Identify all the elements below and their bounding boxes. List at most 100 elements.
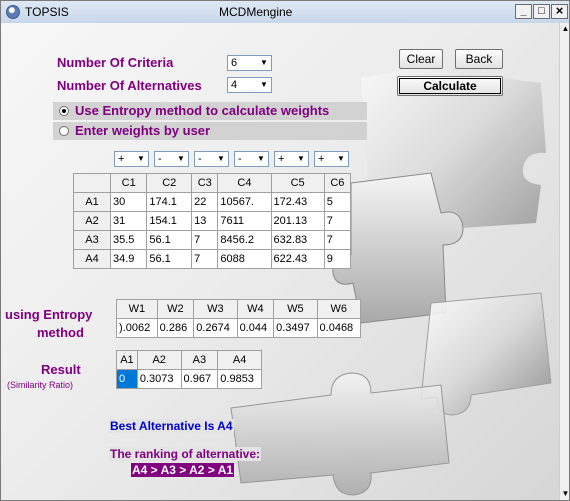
sign-select-c1[interactable]: + ▼: [114, 151, 149, 167]
matrix-cell[interactable]: 5: [323, 192, 352, 212]
entropy-radio[interactable]: [59, 106, 69, 116]
ranking-text: A4 > A3 > A2 > A1: [131, 463, 235, 477]
matrix-cell[interactable]: 7: [323, 211, 352, 231]
matrix-cell[interactable]: 7: [191, 249, 219, 269]
matrix-cell[interactable]: 154.1: [146, 211, 193, 231]
scroll-up-icon[interactable]: ▲: [560, 23, 569, 35]
window-title: TOPSIS: [25, 5, 69, 19]
sign-select-c4[interactable]: - ▼: [234, 151, 269, 167]
chevron-down-icon: ▼: [297, 154, 305, 163]
weight-cell[interactable]: 0.2674: [193, 318, 238, 338]
weights-header: W3: [193, 299, 238, 319]
matrix-cell[interactable]: 22: [191, 192, 219, 212]
matrix-cell[interactable]: 172.43: [270, 192, 325, 212]
result-header-row: A1 A2 A3 A4: [116, 350, 262, 370]
criteria-select[interactable]: 6 ▼: [227, 55, 272, 71]
matrix-header: C3: [191, 173, 219, 193]
matrix-cell[interactable]: 632.83: [270, 230, 325, 250]
weight-cell[interactable]: ).0062: [116, 318, 158, 338]
title-bar: TOPSIS MCDMengine _ □ ×: [1, 1, 569, 24]
user-weights-radio-option[interactable]: Enter weights by user: [53, 122, 367, 140]
weights-label-line2: method: [37, 325, 84, 340]
alternatives-value: 4: [231, 79, 238, 91]
ranking-label: The ranking of alternative:: [109, 447, 262, 461]
weights-header: W5: [273, 299, 318, 319]
row-header: A3: [73, 230, 111, 250]
sign-value: -: [238, 153, 242, 165]
result-cell[interactable]: 0.3073: [136, 369, 182, 389]
result-table: A1 A2 A3 A4 0 0.3073 0.967 0.9853: [116, 350, 262, 389]
vertical-scrollbar[interactable]: ▲ ▼: [559, 23, 569, 500]
result-cell[interactable]: 0.967: [180, 369, 219, 389]
row-header: A4: [73, 249, 111, 269]
matrix-cell[interactable]: 56.1: [146, 249, 193, 269]
matrix-cell[interactable]: 7: [191, 230, 219, 250]
sign-select-c3[interactable]: - ▼: [194, 151, 229, 167]
table-row: 0 0.3073 0.967 0.9853: [116, 369, 262, 389]
clear-button[interactable]: Clear: [399, 49, 443, 69]
matrix-cell[interactable]: 622.43: [270, 249, 325, 269]
alternatives-select[interactable]: 4 ▼: [227, 77, 272, 93]
matrix-cell[interactable]: 201.13: [270, 211, 325, 231]
sign-select-c6[interactable]: + ▼: [314, 151, 349, 167]
matrix-cell[interactable]: 31: [109, 211, 148, 231]
result-sublabel: (Similarity Ratio): [7, 380, 74, 390]
criteria-label: Number Of Criteria: [57, 55, 174, 70]
matrix-cell[interactable]: 9: [323, 249, 352, 269]
weights-header-row: W1 W2 W3 W4 W5 W6: [116, 299, 362, 319]
matrix-cell[interactable]: 30: [109, 192, 148, 212]
matrix-cell[interactable]: 8456.2: [217, 230, 272, 250]
criteria-value: 6: [231, 57, 238, 69]
app-icon: [6, 5, 20, 19]
result-cell[interactable]: 0: [116, 369, 138, 389]
chevron-down-icon: ▼: [217, 154, 225, 163]
table-row: A3 35.5 56.1 7 8456.2 632.83 7: [73, 230, 352, 250]
entropy-radio-option[interactable]: Use Entropy method to calculate weights: [53, 102, 367, 120]
matrix-header: C5: [270, 173, 325, 193]
chevron-down-icon: ▼: [260, 58, 268, 67]
chevron-down-icon: ▼: [137, 154, 145, 163]
matrix-header: C2: [146, 173, 193, 193]
matrix-cell[interactable]: 13: [191, 211, 219, 231]
back-button[interactable]: Back: [455, 49, 503, 69]
result-label: Result: [41, 362, 81, 377]
chevron-down-icon: ▼: [337, 154, 345, 163]
matrix-header: C6: [323, 173, 352, 193]
calculate-button[interactable]: Calculate: [397, 76, 503, 96]
matrix-cell[interactable]: 7: [323, 230, 352, 250]
sign-select-c5[interactable]: + ▼: [274, 151, 309, 167]
matrix-corner: [73, 173, 111, 193]
matrix-cell[interactable]: 56.1: [146, 230, 193, 250]
matrix-cell[interactable]: 174.1: [146, 192, 193, 212]
close-button[interactable]: ×: [551, 4, 568, 19]
scroll-down-icon[interactable]: ▼: [560, 488, 569, 500]
user-weights-radio[interactable]: [59, 126, 69, 136]
weights-table: W1 W2 W3 W4 W5 W6 ).0062 0.286 0.2674 0.…: [116, 299, 362, 338]
matrix-cell[interactable]: 10567.: [217, 192, 272, 212]
sign-value: -: [198, 153, 202, 165]
weight-cell[interactable]: 0.044: [236, 318, 275, 338]
matrix-header-row: C1 C2 C3 C4 C5 C6: [73, 173, 352, 193]
best-alternative-text: Best Alternative Is A4: [109, 419, 234, 433]
matrix-cell[interactable]: 6088: [217, 249, 272, 269]
result-header: A1: [116, 350, 138, 370]
alternatives-label: Number Of Alternatives: [57, 78, 202, 93]
table-row: A2 31 154.1 13 7611 201.13 7: [73, 211, 352, 231]
weight-cell[interactable]: 0.3497: [273, 318, 318, 338]
matrix-cell[interactable]: 35.5: [109, 230, 148, 250]
weights-header: W6: [316, 299, 362, 319]
maximize-button[interactable]: □: [533, 4, 550, 19]
chevron-down-icon: ▼: [260, 80, 268, 89]
matrix-cell[interactable]: 34.9: [109, 249, 148, 269]
app-window: TOPSIS MCDMengine _ □ × Number Of Criter…: [0, 0, 570, 501]
minimize-button[interactable]: _: [515, 4, 532, 19]
weight-cell[interactable]: 0.286: [156, 318, 195, 338]
row-header: A1: [73, 192, 111, 212]
result-header: A4: [217, 350, 262, 370]
sign-select-c2[interactable]: - ▼: [154, 151, 189, 167]
weights-label-line1: using Entropy: [5, 307, 93, 322]
weight-cell[interactable]: 0.0468: [316, 318, 362, 338]
matrix-cell[interactable]: 7611: [217, 211, 272, 231]
result-cell[interactable]: 0.9853: [217, 369, 262, 389]
matrix-header: C1: [109, 173, 148, 193]
